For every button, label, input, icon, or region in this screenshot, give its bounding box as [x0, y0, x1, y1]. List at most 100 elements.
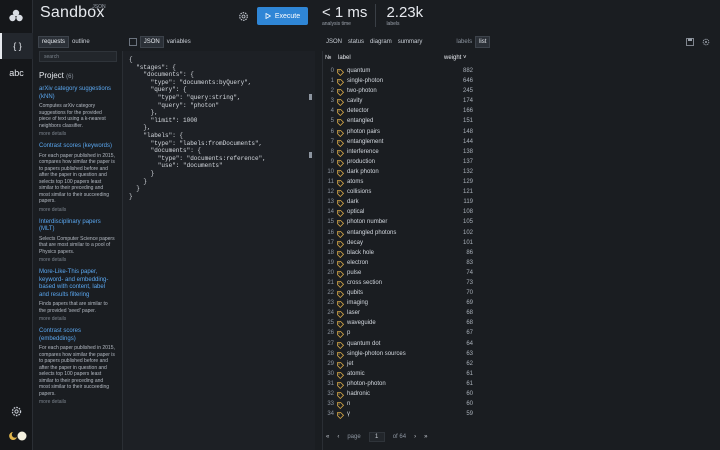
tab-summary[interactable]: summary [395, 37, 426, 47]
theme-toggle-icon[interactable] [8, 430, 28, 442]
row-label[interactable]: cross section [347, 280, 382, 286]
result-row[interactable]: 10 dark photon 132 [323, 169, 473, 179]
row-label[interactable]: cavity [347, 98, 362, 104]
row-label[interactable]: black hole [347, 250, 374, 256]
preset-item[interactable]: Contrast scores (embeddings) For each pap… [39, 328, 115, 405]
preset-more-details-link[interactable]: more details [39, 316, 115, 322]
tab-status[interactable]: status [345, 37, 367, 47]
search-input[interactable]: search [39, 51, 117, 62]
row-label[interactable]: single-photon [347, 78, 383, 84]
result-row[interactable]: 29 jet 62 [323, 361, 473, 371]
row-label[interactable]: detector [347, 108, 369, 114]
row-label[interactable]: n [347, 401, 350, 407]
row-label[interactable]: jet [347, 361, 353, 367]
result-row[interactable]: 25 waveguide 68 [323, 320, 473, 330]
row-label[interactable]: production [347, 159, 375, 165]
row-label[interactable]: atoms [347, 179, 363, 185]
first-page-button[interactable]: « [326, 434, 329, 440]
result-row[interactable]: 3 cavity 174 [323, 98, 473, 108]
tab-requests[interactable]: requests [38, 36, 70, 48]
row-label[interactable]: entanglement [347, 139, 383, 145]
preset-item[interactable]: arXiv category suggestions (kNN) Computes… [39, 86, 115, 137]
result-row[interactable]: 0 quantum 882 [323, 68, 473, 78]
result-row[interactable]: 7 entanglement 144 [323, 139, 473, 149]
result-row[interactable]: 11 atoms 129 [323, 179, 473, 189]
result-row[interactable]: 28 single-photon sources 63 [323, 351, 473, 361]
preset-title[interactable]: Interdisciplinary papers (MLT) [39, 219, 115, 234]
result-row[interactable]: 26 p 67 [323, 330, 473, 340]
execute-button[interactable]: Execute [257, 7, 308, 25]
preset-item[interactable]: Contrast scores (keywords) For each paper… [39, 143, 115, 213]
row-label[interactable]: dark [347, 199, 359, 205]
code-content[interactable]: { "stages": { "documents": { "type": "do… [123, 51, 315, 200]
row-label[interactable]: interference [347, 149, 379, 155]
preset-title[interactable]: Contrast scores (embeddings) [39, 328, 115, 343]
row-label[interactable]: two-photon [347, 88, 377, 94]
row-label[interactable]: pulse [347, 270, 361, 276]
result-row[interactable]: 17 decay 101 [323, 240, 473, 250]
result-row[interactable]: 18 black hole 86 [323, 250, 473, 260]
json-editor[interactable]: { "stages": { "documents": { "type": "do… [122, 51, 315, 450]
result-row[interactable]: 31 photon-photon 61 [323, 381, 473, 391]
collapse-icon[interactable] [128, 38, 137, 46]
result-row[interactable]: 23 imaging 69 [323, 300, 473, 310]
tab-json[interactable]: JSON [139, 36, 164, 48]
tab-labels[interactable]: labels [453, 37, 475, 47]
result-row[interactable]: 27 quantum dot 64 [323, 341, 473, 351]
col-label[interactable]: label [338, 55, 351, 61]
row-label[interactable]: dark photon [347, 169, 379, 175]
row-label[interactable]: decay [347, 240, 363, 246]
result-row[interactable]: 2 two-photon 245 [323, 88, 473, 98]
row-label[interactable]: photon number [347, 219, 387, 225]
row-label[interactable]: single-photon sources [347, 351, 406, 357]
preset-item[interactable]: Interdisciplinary papers (MLT) Selects Co… [39, 219, 115, 264]
row-label[interactable]: quantum dot [347, 341, 380, 347]
result-row[interactable]: 15 photon number 105 [323, 219, 473, 229]
row-label[interactable]: atomic [347, 371, 365, 377]
next-page-button[interactable]: › [414, 434, 416, 440]
result-row[interactable]: 33 n 60 [323, 401, 473, 411]
result-row[interactable]: 32 hadronic 60 [323, 391, 473, 401]
result-row[interactable]: 14 optical 108 [323, 209, 473, 219]
result-row[interactable]: 20 pulse 74 [323, 270, 473, 280]
result-row[interactable]: 22 qubits 70 [323, 290, 473, 300]
result-row[interactable]: 8 interference 138 [323, 149, 473, 159]
result-row[interactable]: 9 production 137 [323, 159, 473, 169]
result-row[interactable]: 16 entangled photons 102 [323, 230, 473, 240]
row-label[interactable]: qubits [347, 290, 363, 296]
row-label[interactable]: entangled photons [347, 230, 396, 236]
result-row[interactable]: 13 dark 119 [323, 199, 473, 209]
result-row[interactable]: 4 detector 166 [323, 108, 473, 118]
row-label[interactable]: laser [347, 310, 360, 316]
col-weight[interactable]: weight ˅ [444, 55, 467, 61]
preset-title[interactable]: More-Like-This paper, keyword- and embed… [39, 269, 115, 299]
result-row[interactable]: 6 photon pairs 148 [323, 129, 473, 139]
preset-item[interactable]: More-Like-This paper, keyword- and embed… [39, 269, 115, 322]
row-label[interactable]: imaging [347, 300, 368, 306]
row-label[interactable]: entangled [347, 118, 373, 124]
results-settings-gear-icon[interactable] [702, 38, 710, 46]
tab-variables[interactable]: variables [164, 37, 194, 47]
settings-gear-icon[interactable] [10, 405, 23, 418]
row-label[interactable]: hadronic [347, 391, 370, 397]
result-row[interactable]: 21 cross section 73 [323, 280, 473, 290]
rail-text-button[interactable]: abc [0, 60, 33, 86]
row-label[interactable]: electron [347, 260, 368, 266]
page-input[interactable]: 1 [368, 432, 385, 442]
result-row[interactable]: 34 γ 59 [323, 411, 473, 421]
request-settings-gear-icon[interactable] [238, 11, 249, 22]
row-label[interactable]: p [347, 330, 350, 336]
row-label[interactable]: γ [347, 411, 350, 417]
preset-title[interactable]: Contrast scores (keywords) [39, 143, 115, 151]
row-label[interactable]: optical [347, 209, 364, 215]
result-row[interactable]: 1 single-photon 646 [323, 78, 473, 88]
row-label[interactable]: photon pairs [347, 129, 380, 135]
preset-more-details-link[interactable]: more details [39, 131, 115, 137]
prev-page-button[interactable]: ‹ [337, 434, 339, 440]
result-row[interactable]: 12 collisions 121 [323, 189, 473, 199]
row-label[interactable]: quantum [347, 68, 370, 74]
tab-outline[interactable]: outline [69, 37, 93, 47]
tab-results-json[interactable]: JSON [323, 37, 345, 47]
last-page-button[interactable]: » [424, 434, 427, 440]
preset-more-details-link[interactable]: more details [39, 257, 115, 263]
